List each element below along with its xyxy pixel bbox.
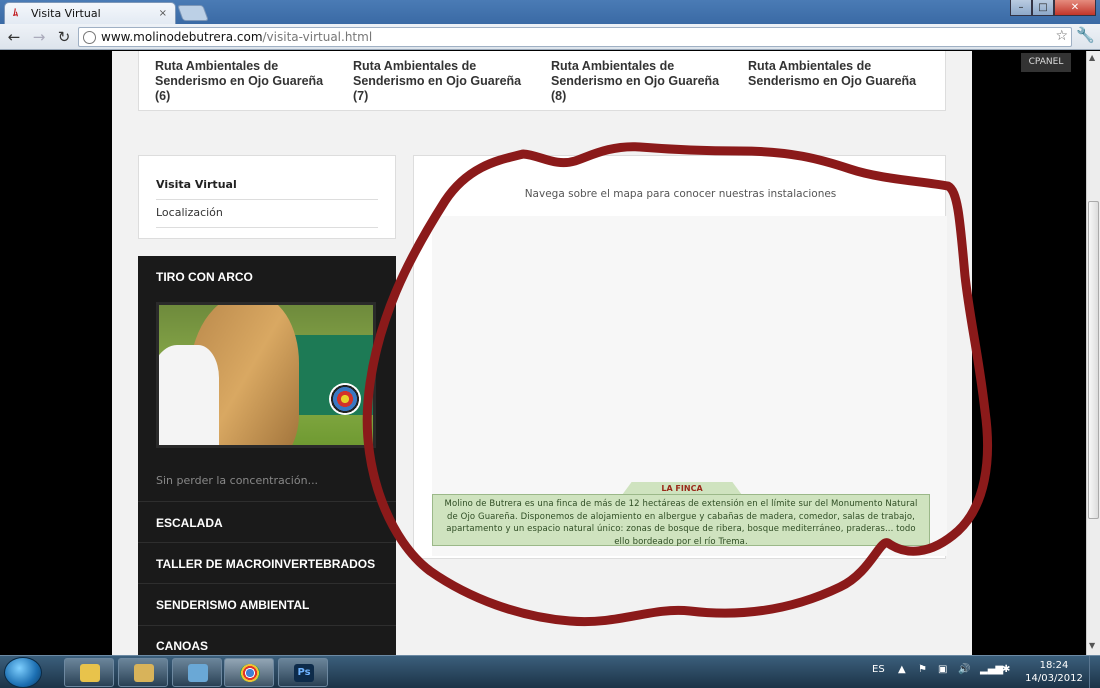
url-path: /visita-virtual.html: [262, 30, 373, 44]
reload-button[interactable]: ↻: [53, 26, 75, 48]
forward-button[interactable]: →: [28, 26, 50, 48]
minimize-button[interactable]: –: [1010, 0, 1032, 16]
tab-title: Visita Virtual: [31, 7, 101, 20]
volume-icon[interactable]: 🔊: [958, 664, 970, 675]
route-link[interactable]: Ruta Ambientales de Senderismo en Ojo Gu…: [155, 59, 341, 104]
flag-icon[interactable]: ⚑: [918, 664, 927, 675]
subnav-item-localizacion[interactable]: Localización: [156, 206, 378, 228]
sidebar-link-senderismo[interactable]: SENDERISMO AMBIENTAL: [156, 598, 309, 612]
route-link[interactable]: Ruta Ambientales de Senderismo en Ojo Gu…: [551, 59, 737, 104]
close-window-button[interactable]: ✕: [1054, 0, 1096, 16]
taskbar-app-explorer[interactable]: [118, 658, 168, 687]
show-desktop-button[interactable]: [1089, 656, 1100, 688]
shield-icon[interactable]: ✱: [1002, 664, 1010, 675]
photoshop-icon: Ps: [294, 664, 314, 682]
scroll-up-icon[interactable]: ▲: [1089, 53, 1095, 62]
archery-target-icon: [329, 383, 361, 415]
clock-time: 18:24: [1039, 660, 1069, 671]
browser-toolbar: ← → ↻ www.molinodebutrera.com/visita-vir…: [0, 24, 1100, 50]
route-link[interactable]: Ruta Ambientales de Senderismo en Ojo Gu…: [748, 59, 934, 89]
route-link[interactable]: Ruta Ambientales de Senderismo en Ojo Gu…: [353, 59, 539, 104]
taskbar-app-photoshop[interactable]: Ps: [278, 658, 328, 687]
sidebar-link-canoas[interactable]: CANOAS: [156, 639, 208, 653]
sidebar-link-escalada[interactable]: ESCALADA: [156, 516, 223, 530]
windows-taskbar: Ps ES ▲ ⚑ ▣ 🔊 ▂▄▆ ✱ 18:24 14/03/2012: [0, 655, 1100, 688]
browser-tab[interactable]: ﾑ Visita Virtual ×: [4, 2, 176, 24]
routes-strip: Ruta Ambientales de Senderismo en Ojo Gu…: [138, 51, 946, 111]
subnav-item-visita-virtual[interactable]: Visita Virtual: [156, 178, 378, 200]
back-button[interactable]: ←: [3, 26, 25, 48]
scroll-down-icon[interactable]: ▼: [1089, 641, 1095, 650]
chrome-icon: [240, 664, 260, 682]
tray-expand-icon[interactable]: ▲: [898, 664, 906, 675]
virtual-map-panel: Navega sobre el mapa para conocer nuestr…: [413, 155, 947, 559]
explorer-icon: [134, 664, 154, 682]
system-clock[interactable]: 18:24 14/03/2012: [1024, 659, 1084, 685]
divider: [138, 583, 396, 584]
browser-title-bar: ﾑ Visita Virtual × – □ ✕: [0, 0, 1100, 24]
sidebar-link-macroinvertebrados[interactable]: TALLER DE MACROINVERTEBRADOS: [156, 557, 375, 571]
wrench-menu-icon[interactable]: 🔧: [1076, 26, 1095, 44]
page-content: Ruta Ambientales de Senderismo en Ojo Gu…: [112, 51, 972, 655]
bookmark-star-icon[interactable]: ☆: [1055, 28, 1068, 44]
taskbar-app-folder[interactable]: [64, 658, 114, 687]
vertical-scrollbar[interactable]: ▲ ▼: [1086, 51, 1100, 655]
notes-icon: [188, 664, 208, 682]
finca-description: Molino de Butrera es una finca de más de…: [432, 494, 930, 547]
start-button[interactable]: [4, 657, 42, 688]
scrollbar-thumb[interactable]: [1088, 201, 1099, 519]
map-intro-text: Navega sobre el mapa para conocer nuestr…: [524, 188, 837, 200]
divider: [138, 501, 396, 502]
photo-caption: Sin perder la concentración...: [156, 474, 319, 487]
new-tab-button[interactable]: [177, 5, 209, 21]
page-viewport: Ruta Ambientales de Senderismo en Ojo Gu…: [0, 51, 1086, 655]
globe-icon: [83, 30, 96, 44]
taskbar-app-chrome[interactable]: [224, 658, 274, 687]
address-bar[interactable]: www.molinodebutrera.com/visita-virtual.h…: [78, 27, 1072, 47]
divider: [138, 625, 396, 626]
clock-date: 14/03/2012: [1025, 673, 1083, 684]
url-host: www.molinodebutrera.com: [101, 30, 263, 44]
device-icon[interactable]: ▣: [938, 664, 947, 675]
divider: [138, 542, 396, 543]
photo-shirt: [159, 345, 219, 445]
section-subnav: Visita Virtual Localización: [138, 155, 396, 239]
network-icon[interactable]: ▂▄▆: [980, 664, 1003, 675]
site-favicon-icon: ﾑ: [13, 7, 18, 19]
activities-sidebar: TIRO CON ARCO Sin perder la concentració…: [138, 256, 396, 655]
archery-photo[interactable]: [156, 302, 376, 448]
maximize-button[interactable]: □: [1032, 0, 1054, 16]
taskbar-app-notes[interactable]: [172, 658, 222, 687]
sidebar-heading[interactable]: TIRO CON ARCO: [156, 270, 253, 284]
cpanel-button[interactable]: CPANEL: [1021, 53, 1071, 72]
tab-close-icon[interactable]: ×: [159, 8, 167, 19]
language-indicator[interactable]: ES: [872, 664, 885, 675]
folder-open-icon: [80, 664, 100, 682]
